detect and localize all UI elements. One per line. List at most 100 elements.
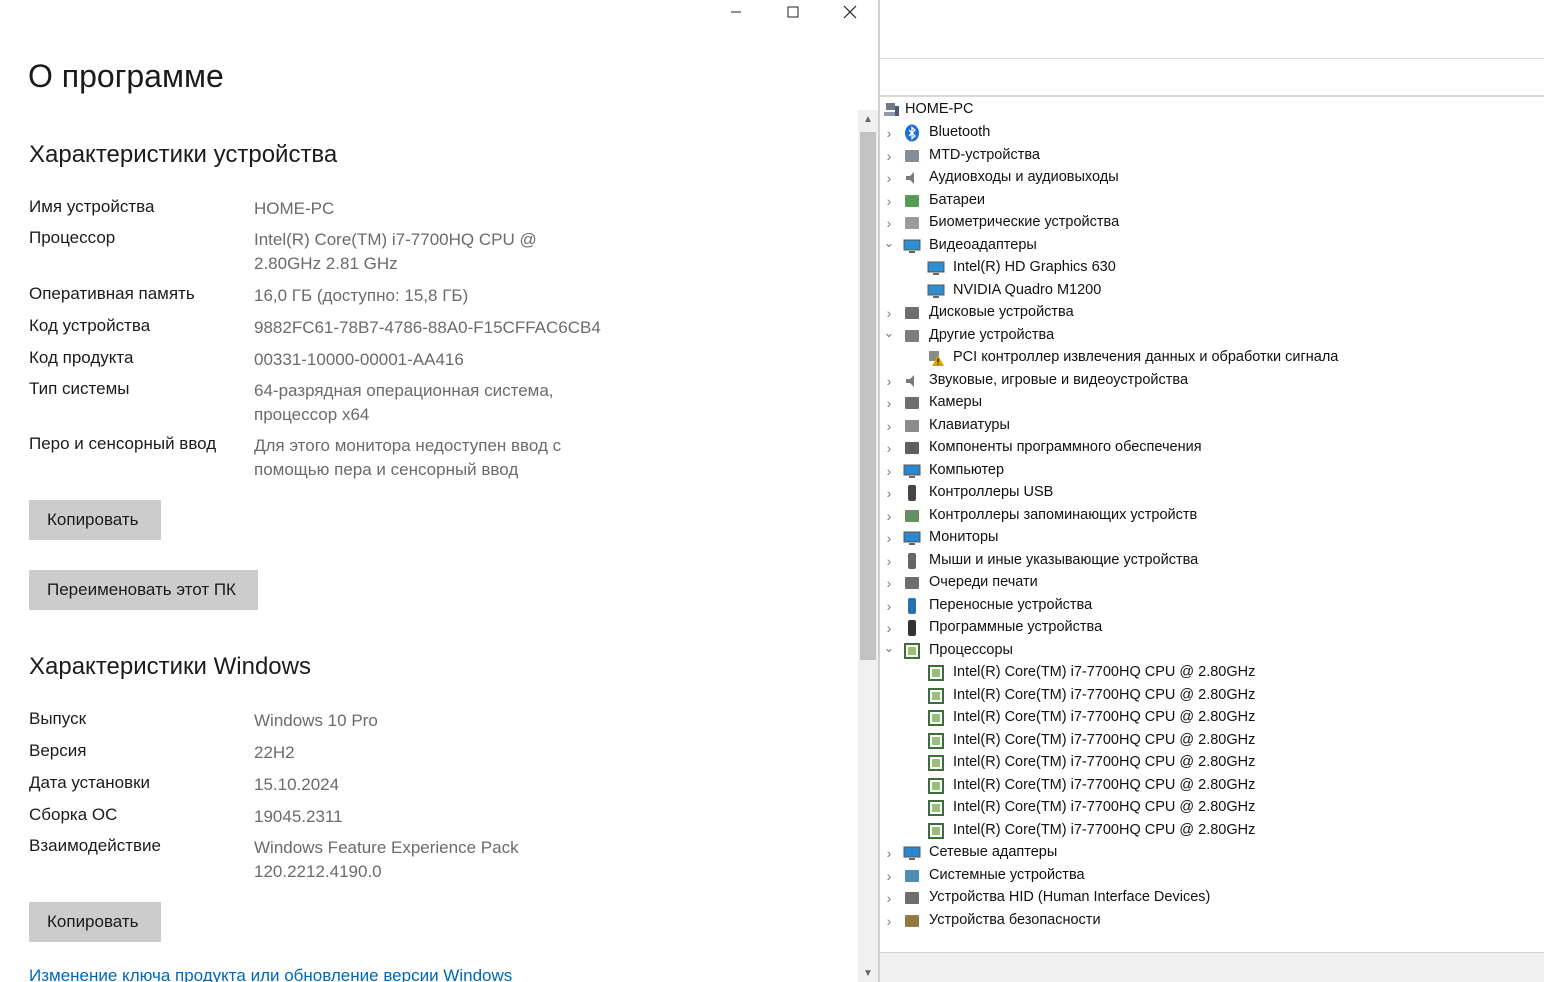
close-button[interactable]	[822, 0, 878, 24]
chevron-right-icon[interactable]: ›	[883, 122, 895, 144]
tree-root-home-pc[interactable]: HOME-PC	[880, 99, 1544, 121]
tree-label: Программные устройства	[929, 619, 1103, 635]
tree-category-item[interactable]: › Компоненты программного обеспечения	[880, 437, 1544, 459]
copy-windows-specs-button[interactable]: Копировать	[29, 902, 161, 942]
spec-value[interactable]: HOME-PC	[254, 197, 594, 221]
chevron-right-icon[interactable]: ›	[883, 460, 895, 482]
tree-category-item[interactable]: › Системные устройства	[880, 865, 1544, 887]
tree-category-item[interactable]: › Устройства безопасности	[880, 910, 1544, 932]
vertical-scrollbar[interactable]: ▲ ▼	[858, 110, 878, 982]
chevron-right-icon[interactable]: ›	[883, 415, 895, 437]
tree-child-item[interactable]: Intel(R) Core(TM) i7-7700HQ CPU @ 2.80GH…	[880, 685, 1544, 707]
tree-category-item[interactable]: › Переносные устройства	[880, 595, 1544, 617]
minimize-button[interactable]	[708, 0, 764, 24]
tree-child-item[interactable]: Intel(R) Core(TM) i7-7700HQ CPU @ 2.80GH…	[880, 752, 1544, 774]
chevron-right-icon[interactable]: ›	[883, 190, 895, 212]
tree-label: Intel(R) Core(TM) i7-7700HQ CPU @ 2.80GH…	[953, 664, 1256, 680]
tree-label: Intel(R) Core(TM) i7-7700HQ CPU @ 2.80GH…	[953, 776, 1256, 793]
tree-child-item[interactable]: Intel(R) Core(TM) i7-7700HQ CPU @ 2.80GH…	[880, 775, 1544, 797]
spec-value[interactable]: Windows Feature Experience Pack 120.2212…	[254, 836, 534, 884]
tree-category-item[interactable]: › Очереди печати	[880, 572, 1544, 594]
chevron-down-icon[interactable]: ⌄	[883, 232, 895, 254]
change-product-key-link[interactable]: Изменение ключа продукта или обновление …	[29, 966, 512, 982]
chevron-down-icon[interactable]: ⌄	[883, 637, 895, 659]
copy-device-specs-button[interactable]: Копировать	[29, 500, 161, 540]
tree-child-item[interactable]: Intel(R) Core(TM) i7-7700HQ CPU @ 2.80GH…	[880, 707, 1544, 729]
spec-label: Перо и сенсорный ввод	[29, 434, 217, 453]
tree-category-item[interactable]: › Биометрические устройства	[880, 212, 1544, 234]
scroll-thumb[interactable]	[860, 132, 876, 660]
tree-child-item[interactable]: NVIDIA Quadro M1200	[880, 280, 1544, 302]
chevron-right-icon[interactable]: ›	[883, 910, 895, 932]
chevron-right-icon[interactable]: ›	[883, 887, 895, 909]
chevron-right-icon[interactable]: ›	[883, 437, 895, 459]
page-title: О программе	[28, 58, 224, 94]
chevron-right-icon[interactable]: ›	[883, 865, 895, 887]
spec-value[interactable]: Intel(R) Core(TM) i7-7700HQ CPU @ 2.80GH…	[254, 228, 554, 276]
tree-label: Intel(R) Core(TM) i7-7700HQ CPU @ 2.80GH…	[953, 799, 1256, 815]
spec-value[interactable]: Windows 10 Pro	[254, 709, 378, 733]
tree-label: Батареи	[929, 191, 986, 208]
spec-value[interactable]: Для этого монитора недоступен ввод с пом…	[254, 434, 584, 482]
chevron-right-icon[interactable]: ›	[883, 482, 895, 504]
spec-value[interactable]: 15.10.2024	[254, 773, 339, 797]
tree-label: HOME-PC	[905, 101, 974, 117]
tree-category-item[interactable]: › Устройства HID (Human Interface Devices…	[880, 887, 1544, 909]
tree-label: Сетевые адаптеры	[929, 844, 1058, 860]
spec-value[interactable]: 9882FC61-78B7-4786-88A0-F15CFFAC6CB4	[254, 316, 601, 340]
chevron-down-icon[interactable]: ⌄	[883, 322, 895, 344]
spec-value[interactable]: 19045.2311	[254, 805, 343, 829]
minimize-icon	[731, 11, 741, 13]
spec-value[interactable]: 00331-10000-00001-AA416	[254, 348, 464, 372]
tree-label: Мыши и иные указывающие устройства	[929, 551, 1199, 568]
chevron-right-icon[interactable]: ›	[883, 145, 895, 167]
tree-label: Устройства HID (Human Interface Devices)	[929, 889, 1211, 905]
tree-category-item[interactable]: › Дисковые устройства	[880, 302, 1544, 324]
tree-category-item[interactable]: ⌄ Видеоадаптеры	[880, 235, 1544, 257]
tree-category-item[interactable]: ⌄ Процессоры	[880, 640, 1544, 662]
tree-category-item[interactable]: › Контроллеры запоминающих устройств	[880, 505, 1544, 527]
chevron-right-icon[interactable]: ›	[883, 392, 895, 414]
tree-category-item[interactable]: › Мыши и иные указывающие устройства	[880, 550, 1544, 572]
tree-child-item[interactable]: Intel(R) Core(TM) i7-7700HQ CPU @ 2.80GH…	[880, 797, 1544, 819]
chevron-right-icon[interactable]: ›	[883, 842, 895, 864]
tree-category-item[interactable]: › Батареи	[880, 190, 1544, 212]
device-specs-heading: Характеристики устройства	[29, 141, 338, 168]
spec-value[interactable]: 22H2	[254, 741, 295, 765]
chevron-right-icon[interactable]: ›	[883, 370, 895, 392]
tree-category-item[interactable]: › Аудиовходы и аудиовыходы	[880, 167, 1544, 189]
tree-label: Биометрические устройства	[929, 214, 1120, 230]
tree-child-item[interactable]: PCI контроллер извлечения данных и обраб…	[880, 347, 1544, 369]
bluetooth-icon	[902, 123, 922, 143]
tree-category-item[interactable]: › Сетевые адаптеры	[880, 842, 1544, 864]
tree-child-item[interactable]: Intel(R) Core(TM) i7-7700HQ CPU @ 2.80GH…	[880, 820, 1544, 842]
tree-category-item[interactable]: › MTD-устройства	[880, 145, 1544, 167]
rename-pc-button[interactable]: Переименовать этот ПК	[29, 570, 258, 610]
tree-category-item[interactable]: › Контроллеры USB	[880, 482, 1544, 504]
chevron-right-icon[interactable]: ›	[883, 505, 895, 527]
tree-label: Intel(R) Core(TM) i7-7700HQ CPU @ 2.80GH…	[953, 686, 1256, 703]
tree-category-item[interactable]: › Программные устройства	[880, 617, 1544, 639]
tree-child-item[interactable]: Intel(R) HD Graphics 630	[880, 257, 1544, 279]
tree-category-item[interactable]: › Мониторы	[880, 527, 1544, 549]
chevron-right-icon[interactable]: ›	[883, 527, 895, 549]
chevron-right-icon[interactable]: ›	[883, 572, 895, 594]
spec-value[interactable]: 16,0 ГБ (доступно: 15,8 ГБ)	[254, 284, 468, 308]
tree-child-item[interactable]: Intel(R) Core(TM) i7-7700HQ CPU @ 2.80GH…	[880, 662, 1544, 684]
tree-category-item[interactable]: › Bluetooth	[880, 122, 1544, 144]
tree-child-item[interactable]: Intel(R) Core(TM) i7-7700HQ CPU @ 2.80GH…	[880, 730, 1544, 752]
maximize-button[interactable]	[765, 0, 821, 24]
chevron-right-icon[interactable]: ›	[883, 167, 895, 189]
scroll-down-arrow-icon[interactable]: ▼	[858, 964, 878, 982]
tree-category-item[interactable]: › Клавиатуры	[880, 415, 1544, 437]
tree-category-item[interactable]: › Камеры	[880, 392, 1544, 414]
tree-category-item[interactable]: › Звуковые, игровые и видеоустройства	[880, 370, 1544, 392]
tree-category-item[interactable]: ⌄ Другие устройства	[880, 325, 1544, 347]
spec-value[interactable]: 64-разрядная операционная система, проце…	[254, 379, 574, 427]
chevron-right-icon[interactable]: ›	[883, 550, 895, 572]
processor-icon	[926, 753, 946, 773]
processor-icon	[926, 731, 946, 751]
scroll-up-arrow-icon[interactable]: ▲	[858, 110, 878, 128]
tree-category-item[interactable]: › Компьютер	[880, 460, 1544, 482]
chevron-right-icon[interactable]: ›	[883, 595, 895, 617]
